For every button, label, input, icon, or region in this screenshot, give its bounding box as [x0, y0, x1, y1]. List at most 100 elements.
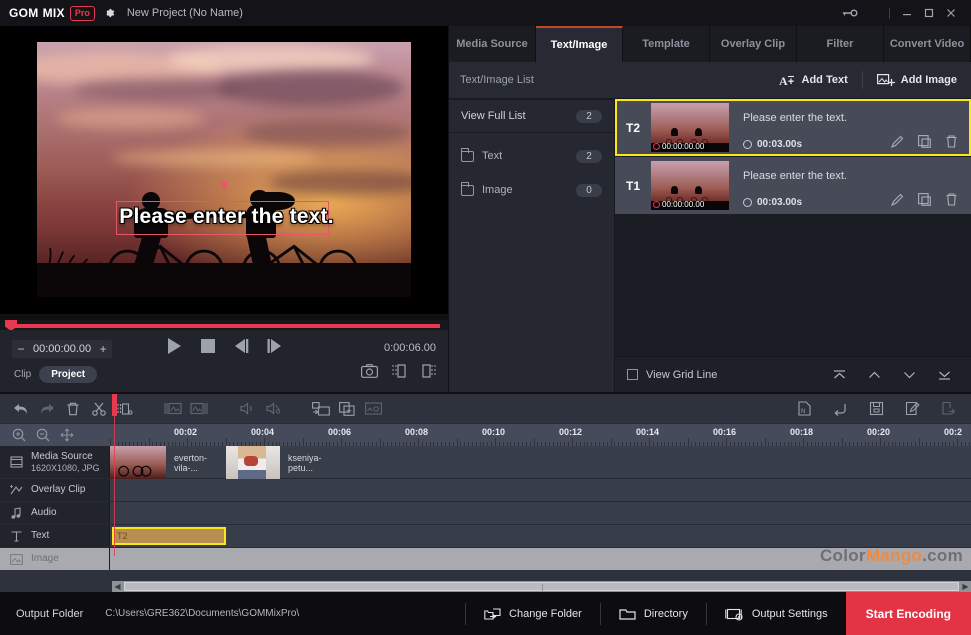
audio-on-icon[interactable]	[234, 396, 260, 422]
track-text[interactable]: Text T2	[0, 525, 971, 548]
clip-project-toggle[interactable]: Clip Project	[14, 366, 98, 383]
preview-scrubber[interactable]	[0, 320, 448, 331]
move-to-bottom-icon[interactable]	[938, 369, 951, 381]
tab-overlay-clip[interactable]: Overlay Clip	[710, 26, 797, 62]
duplicate-icon[interactable]	[918, 135, 931, 148]
edit-project-icon[interactable]	[899, 396, 925, 422]
track-header[interactable]: Text	[0, 525, 110, 547]
copy-clip-icon[interactable]	[334, 396, 360, 422]
tab-media-source[interactable]: Media Source	[449, 26, 536, 62]
redo-icon[interactable]	[34, 396, 60, 422]
text-clip[interactable]: T2	[112, 527, 226, 545]
trim-right-icon[interactable]	[186, 396, 212, 422]
previous-frame-icon[interactable]	[232, 338, 250, 354]
cut-icon[interactable]	[86, 396, 112, 422]
add-image-icon	[876, 73, 895, 87]
track-header[interactable]: Audio	[0, 502, 110, 524]
audio-mute-icon[interactable]	[260, 396, 286, 422]
duplicate-icon[interactable]	[918, 193, 931, 206]
category-view-full-list[interactable]: View Full List 2	[449, 99, 614, 133]
list-item[interactable]: T2 00:00:00.00 Please enter the text. 00…	[615, 99, 971, 156]
track-body[interactable]: T2	[110, 525, 971, 547]
track-name: Overlay Clip	[31, 484, 86, 495]
mark-out-icon[interactable]	[421, 364, 436, 378]
pencil-icon[interactable]	[891, 135, 904, 148]
media-clip-thumb[interactable]	[226, 446, 280, 479]
key-icon[interactable]	[839, 2, 861, 24]
tab-convert-video[interactable]: Convert Video	[884, 26, 971, 62]
track-body[interactable]	[110, 479, 971, 501]
minimize-button[interactable]	[896, 2, 918, 24]
scrollbar-thumb[interactable]	[124, 582, 959, 591]
trim-left-icon[interactable]	[160, 396, 186, 422]
preview-overlay-text[interactable]: Please enter the text.	[119, 205, 334, 229]
add-image-button[interactable]: Add Image	[863, 73, 971, 87]
tab-text-image[interactable]: Text/Image	[536, 26, 623, 62]
tab-template[interactable]: Template	[623, 26, 710, 62]
timeline-ruler[interactable]: 00:02 00:04 00:06 00:08 00:10 00:12 00:1…	[110, 424, 971, 446]
list-item[interactable]: T1 00:00:00.00 Please enter the text. 00…	[615, 157, 971, 214]
add-text-button[interactable]: A Add Text	[765, 73, 862, 87]
track-overlay-clip[interactable]: Overlay Clip	[0, 479, 971, 502]
watermark-part-1: Color	[819, 546, 866, 565]
timeline-horizontal-scrollbar[interactable]: ◀ ▶	[112, 581, 971, 592]
view-grid-line-checkbox[interactable]	[627, 369, 638, 380]
move-to-top-icon[interactable]	[833, 369, 846, 381]
preview-canvas[interactable]: Please enter the text.	[37, 42, 411, 297]
directory-button[interactable]: Directory	[601, 592, 706, 635]
playhead-handle[interactable]	[112, 394, 117, 416]
ruler-tick-label: 00:10	[482, 427, 506, 437]
track-body[interactable]	[110, 502, 971, 524]
preview-clip-icon[interactable]	[360, 396, 386, 422]
move-up-icon[interactable]	[868, 369, 881, 381]
trash-icon[interactable]	[945, 193, 958, 206]
stop-icon[interactable]	[200, 338, 216, 354]
add-transition-icon[interactable]	[308, 396, 334, 422]
start-encoding-button[interactable]: Start Encoding	[845, 592, 971, 635]
project-toggle-label[interactable]: Project	[39, 366, 98, 383]
output-settings-button[interactable]: Output Settings	[707, 592, 846, 635]
pencil-icon[interactable]	[891, 193, 904, 206]
media-clip-label-block[interactable]: kseniya-petu...	[280, 446, 342, 479]
track-header[interactable]: Media Source 1620X1080, JPG	[0, 446, 110, 478]
trash-icon[interactable]	[945, 135, 958, 148]
export-project-icon[interactable]	[935, 396, 961, 422]
add-text-label: Add Text	[801, 74, 848, 86]
tab-filter[interactable]: Filter	[797, 26, 884, 62]
item-content: Please enter the text. 00:03.00s	[729, 164, 891, 208]
gear-icon[interactable]	[103, 7, 115, 19]
track-media-source[interactable]: Media Source 1620X1080, JPG everton-vila…	[0, 446, 971, 479]
media-clip-label-block[interactable]: everton-vila-...	[166, 446, 226, 479]
track-header[interactable]: Image	[0, 548, 110, 570]
scrubber-track[interactable]	[8, 324, 440, 328]
track-audio[interactable]: Audio	[0, 502, 971, 525]
category-text[interactable]: Text 2	[449, 139, 614, 173]
clip-toggle-label[interactable]: Clip	[14, 369, 31, 380]
zoom-out-icon[interactable]	[36, 428, 50, 442]
open-project-icon[interactable]	[827, 396, 853, 422]
undo-icon[interactable]	[8, 396, 34, 422]
track-header[interactable]: Overlay Clip	[0, 479, 110, 501]
maximize-button[interactable]	[918, 2, 940, 24]
move-down-icon[interactable]	[903, 369, 916, 381]
fit-to-window-icon[interactable]	[60, 428, 74, 442]
category-image[interactable]: Image 0	[449, 173, 614, 207]
scroll-left-arrow[interactable]: ◀	[112, 581, 123, 592]
delete-icon[interactable]	[60, 396, 86, 422]
play-icon[interactable]	[164, 336, 184, 356]
change-folder-button[interactable]: Change Folder	[466, 592, 600, 635]
ruler-tick-label: 00:02	[174, 427, 198, 437]
new-project-icon[interactable]: N	[791, 396, 817, 422]
mark-in-icon[interactable]	[392, 364, 407, 378]
player-right-tools	[361, 364, 436, 378]
scroll-right-arrow[interactable]: ▶	[960, 581, 971, 592]
media-clip-thumb[interactable]	[110, 446, 166, 479]
next-frame-icon[interactable]	[266, 338, 284, 354]
save-project-icon[interactable]	[863, 396, 889, 422]
ruler-tick	[572, 438, 573, 446]
close-button[interactable]	[940, 2, 962, 24]
track-body[interactable]: everton-vila-... kseniya-petu...	[110, 446, 971, 479]
camera-icon[interactable]	[361, 364, 378, 378]
zoom-in-icon[interactable]	[12, 428, 26, 442]
help-icon[interactable]: question-mark-icon	[861, 2, 883, 24]
